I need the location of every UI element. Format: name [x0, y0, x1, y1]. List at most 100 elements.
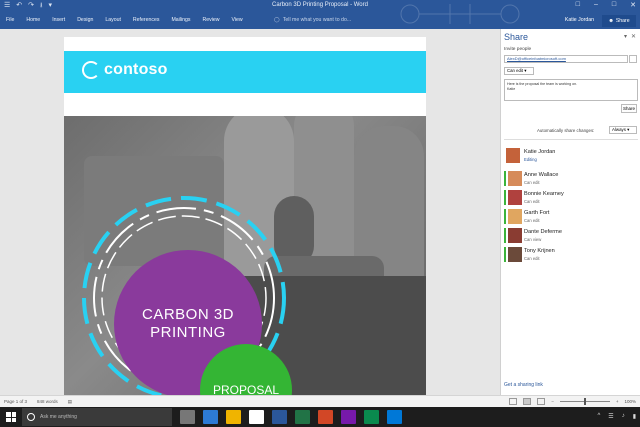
share-pane: Share ▾ ✕ Invite people AlexD@officeinfo… [500, 29, 640, 395]
status-bar: Page 1 of 3 848 words ▤ − + 100% [0, 395, 640, 407]
address-book-icon[interactable] [629, 55, 637, 63]
headline-line-2: PRINTING [150, 324, 226, 341]
person-role: Can edit [524, 256, 540, 261]
sway-icon[interactable] [364, 410, 379, 424]
tab-design[interactable]: Design [77, 17, 93, 23]
auto-share-dropdown[interactable]: Always ▾ [609, 126, 637, 134]
invite-email-field[interactable]: AlexD@officeinfoatmicrosoft.com [504, 55, 628, 63]
tab-home[interactable]: Home [26, 17, 40, 23]
person-name: Bonnie Kearney [524, 191, 564, 197]
pane-options-icon[interactable]: ▾ [624, 33, 627, 40]
person-dante-deferme[interactable]: Dante Deferme Can view [504, 227, 638, 245]
zoom-slider[interactable] [559, 398, 610, 405]
windows-taskbar: Ask me anything ^ ☰ ♪ ▮ [0, 407, 640, 427]
system-tray: ^ ☰ ♪ ▮ [597, 413, 636, 420]
document-page[interactable]: contoso CARBON 3D PRINTING PROPOSAL [64, 37, 426, 395]
auto-share-label: Automatically share changes: [537, 128, 595, 133]
network-icon[interactable]: ☰ [608, 413, 613, 420]
person-name: Anne Wallace [524, 172, 559, 178]
edge-icon[interactable] [203, 410, 218, 424]
word-count[interactable]: 848 words [37, 399, 58, 405]
person-garth-fort[interactable]: Garth Fort Can edit [504, 208, 638, 226]
action-center-icon[interactable]: ▮ [633, 413, 636, 420]
contoso-logo-mark [82, 61, 100, 79]
avatar [508, 247, 522, 262]
search-placeholder: Ask me anything [40, 414, 77, 420]
proofing-icon[interactable]: ▤ [68, 399, 72, 405]
person-role: Can view [524, 237, 542, 242]
message-line-2: Katie [507, 87, 516, 91]
get-sharing-link[interactable]: Get a sharing link [504, 382, 543, 388]
cover-photo[interactable]: CARBON 3D PRINTING PROPOSAL [64, 116, 426, 395]
skype-icon[interactable] [387, 410, 402, 424]
maximize-icon[interactable]: □ [612, 1, 616, 9]
cortana-icon [27, 413, 35, 421]
volume-icon[interactable]: ♪ [622, 413, 625, 420]
zoom-out-icon[interactable]: − [551, 399, 554, 404]
ribbon-display-options-icon[interactable]: □ [576, 1, 580, 9]
person-name: Katie Jordan [524, 149, 556, 155]
task-view-icon[interactable] [180, 410, 195, 424]
headline-line-1: CARBON 3D [141, 306, 235, 323]
ribbon-share-button[interactable]: ☻ Share [602, 15, 636, 27]
window-controls: □ – □ ✕ [576, 1, 636, 9]
minimize-icon[interactable]: – [594, 1, 598, 9]
cortana-search-box[interactable]: Ask me anything [22, 408, 172, 426]
store-icon[interactable] [249, 410, 264, 424]
zoom-level[interactable]: 100% [624, 399, 636, 404]
message-field[interactable]: Here is the proposal the team is working… [504, 79, 638, 101]
zoom-in-icon[interactable]: + [616, 399, 619, 404]
auto-share-value: Always [612, 127, 626, 132]
invite-label: Invite people [504, 47, 532, 52]
tab-references[interactable]: References [133, 17, 160, 23]
header-banner: contoso [64, 51, 426, 93]
person-role: Can edit [524, 218, 540, 223]
person-name: Dante Deferme [524, 229, 562, 235]
read-mode-button[interactable] [509, 398, 518, 405]
pane-close-icon[interactable]: ✕ [631, 33, 636, 40]
tab-file[interactable]: File [6, 17, 14, 23]
print-layout-button[interactable] [523, 398, 532, 405]
presence-bar [504, 228, 506, 243]
presence-bar [504, 209, 506, 224]
presence-bar [504, 190, 506, 205]
file-explorer-icon[interactable] [226, 410, 241, 424]
avatar [508, 209, 522, 224]
tab-review[interactable]: Review [202, 17, 219, 23]
document-canvas[interactable]: contoso CARBON 3D PRINTING PROPOSAL [0, 29, 500, 395]
permission-value: Can edit [507, 68, 524, 73]
powerpoint-icon[interactable] [318, 410, 333, 424]
presence-bar [504, 171, 506, 186]
close-icon[interactable]: ✕ [630, 1, 636, 9]
windows-start-icon[interactable] [6, 412, 16, 422]
contoso-logo: contoso [82, 61, 168, 79]
ribbon-tabs: File Home Insert Design Layout Reference… [0, 4, 640, 29]
show-hidden-icons-icon[interactable]: ^ [597, 413, 600, 420]
chevron-down-icon: ▾ [524, 68, 527, 73]
divider [504, 139, 638, 140]
person-anne-wallace[interactable]: Anne Wallace Can edit [504, 170, 638, 188]
permission-dropdown[interactable]: Can edit ▾ [504, 67, 534, 75]
avatar [508, 228, 522, 243]
excel-icon[interactable] [295, 410, 310, 424]
presence-bar [504, 247, 506, 262]
page-count[interactable]: Page 1 of 3 [4, 399, 27, 405]
person-tony-krijnen[interactable]: Tony Krijnen Can edit [504, 246, 638, 264]
share-button[interactable]: Share [621, 104, 637, 113]
word-icon[interactable] [272, 410, 287, 424]
chevron-down-icon: ▾ [627, 127, 630, 132]
onenote-icon[interactable] [341, 410, 356, 424]
signed-in-user[interactable]: Katie Jordan [565, 17, 594, 23]
logo-text: contoso [104, 61, 168, 78]
person-icon: ☻ [608, 18, 614, 24]
tell-me-box[interactable]: ◯ Tell me what you want to do... [274, 17, 351, 23]
lightbulb-icon: ◯ [274, 17, 280, 23]
tab-layout[interactable]: Layout [105, 17, 121, 23]
tab-insert[interactable]: Insert [52, 17, 65, 23]
person-katie-jordan[interactable]: Katie Jordan Editing [504, 147, 638, 165]
tab-mailings[interactable]: Mailings [171, 17, 190, 23]
tab-view[interactable]: View [232, 17, 243, 23]
web-layout-button[interactable] [537, 398, 546, 405]
share-pane-title: Share [504, 32, 529, 42]
person-bonnie-kearney[interactable]: Bonnie Kearney Can edit [504, 189, 638, 207]
